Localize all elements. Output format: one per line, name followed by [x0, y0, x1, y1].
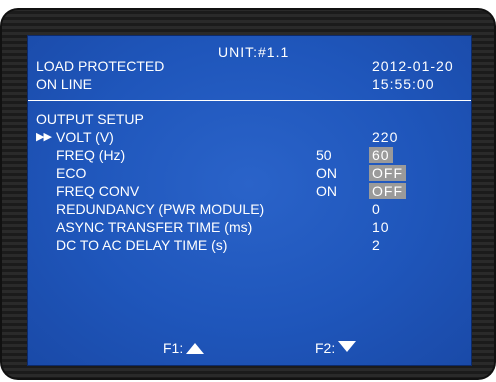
- setting-value-freq-conv[interactable]: OFF: [369, 183, 406, 199]
- setting-label-eco[interactable]: ECO: [56, 165, 86, 181]
- setting-value-dc-ac-delay[interactable]: 2: [372, 237, 381, 253]
- setting-label-freq[interactable]: FREQ (Hz): [56, 147, 125, 163]
- setting-label-volt[interactable]: VOLT (V): [56, 129, 114, 145]
- f2-down-button[interactable]: F2:: [315, 340, 357, 356]
- section-title: OUTPUT SETUP: [36, 111, 144, 127]
- f2-label: F2:: [315, 340, 336, 356]
- current-value-eco: ON: [316, 165, 337, 181]
- setting-label-dc-ac-delay[interactable]: DC TO AC DELAY TIME (s): [56, 237, 227, 253]
- f1-label: F1:: [163, 340, 184, 356]
- load-status: LOAD PROTECTED: [36, 58, 165, 74]
- date-readout: 2012-01-20: [372, 58, 454, 74]
- setting-value-volt[interactable]: 220: [372, 129, 398, 145]
- setting-value-eco[interactable]: OFF: [369, 165, 406, 181]
- setting-value-redundancy[interactable]: 0: [372, 201, 381, 217]
- current-value-freq-conv: ON: [316, 183, 337, 199]
- lcd-screen: UNIT:#1.1 LOAD PROTECTED ON LINE 2012-01…: [27, 35, 472, 366]
- line-status: ON LINE: [36, 76, 93, 92]
- setting-label-async-transfer[interactable]: ASYNC TRANSFER TIME (ms): [56, 219, 252, 235]
- setting-value-async-transfer[interactable]: 10: [372, 219, 390, 235]
- selection-cursor-icon: ▶▶: [36, 131, 52, 143]
- unit-id: UNIT:#1.1: [218, 44, 290, 60]
- setting-value-freq[interactable]: 60: [369, 147, 393, 163]
- setting-label-freq-conv[interactable]: FREQ CONV: [56, 183, 139, 199]
- current-value-freq: 50: [316, 147, 332, 163]
- f1-up-button[interactable]: F1:: [163, 340, 205, 356]
- status-header: UNIT:#1.1 LOAD PROTECTED ON LINE 2012-01…: [28, 36, 471, 101]
- up-triangle-icon: [186, 343, 205, 354]
- setting-label-redundancy[interactable]: REDUNDANCY (PWR MODULE): [56, 201, 264, 217]
- down-triangle-icon: [338, 341, 357, 352]
- time-readout: 15:55:00: [372, 76, 435, 92]
